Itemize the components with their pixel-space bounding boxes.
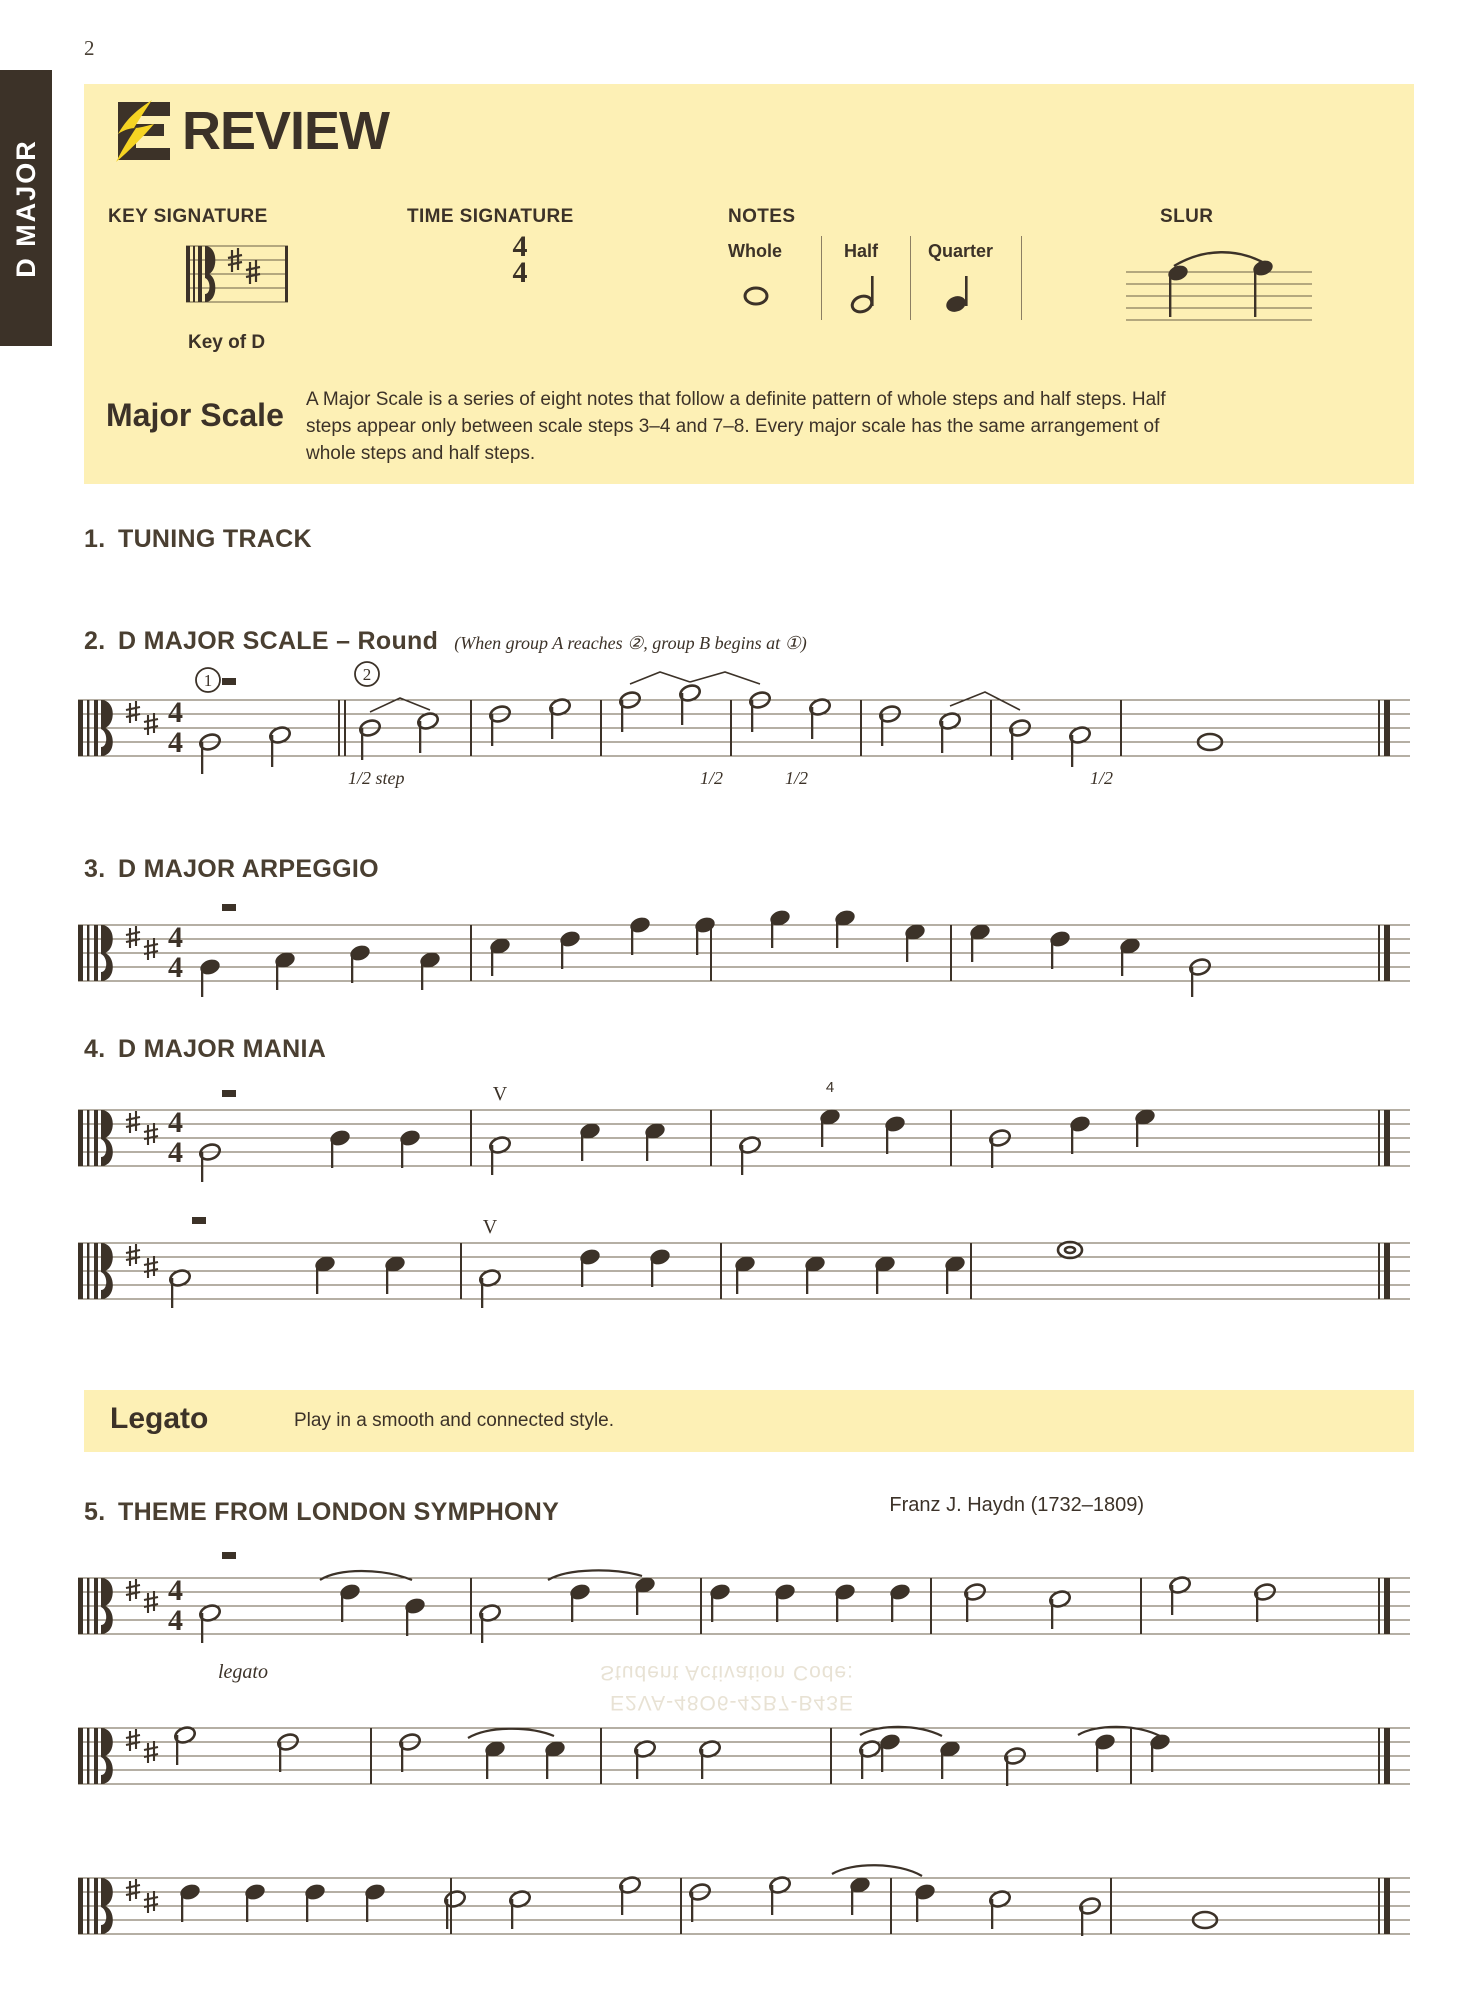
time-signature-denominator: 4 (512, 256, 528, 289)
step-mark-4: 1/2 (1090, 768, 1114, 788)
exercise-5-staff-line-3 (70, 1830, 1420, 1950)
slur-example-staff (1126, 251, 1312, 321)
up-bow-marking: V (483, 1216, 498, 1238)
exercise-2-title: D MAJOR SCALE – Round (118, 627, 439, 655)
key-signature-staff (186, 245, 288, 303)
up-bow-marking: V (493, 1083, 508, 1105)
svg-text:4: 4 (168, 1604, 183, 1637)
exercise-4-staff-line-1: 44 V 4 (70, 1062, 1420, 1182)
exercise-4-number: 4. (84, 1035, 106, 1063)
exercise-5-staff-line-2 (70, 1680, 1420, 1800)
note-label-whole: Whole (728, 241, 782, 261)
svg-text:4: 4 (168, 1106, 183, 1139)
exercise-3-title: D MAJOR ARPEGGIO (118, 855, 379, 883)
step-mark-3: 1/2 (785, 768, 809, 788)
svg-text:4: 4 (168, 726, 183, 759)
slur-arc (319, 1569, 413, 1582)
svg-text:1: 1 (204, 671, 213, 690)
exercise-5-heading: 5. THEME FROM LONDON SYMPHONY (84, 1498, 559, 1527)
review-banner: REVIEW KEY SIGNATURE TIME SIGNATURE NOTE… (84, 84, 1414, 484)
exercise-2-staff: 44 1 2 (70, 660, 1420, 780)
slur-arc (467, 1727, 555, 1739)
step-mark-1: 1/2 step (348, 768, 405, 788)
column-header-key-signature: KEY SIGNATURE (108, 206, 268, 227)
review-title: REVIEW (182, 101, 390, 161)
column-header-time-signature: TIME SIGNATURE (407, 206, 574, 227)
slur-arc (547, 1569, 643, 1581)
column-header-notes: NOTES (728, 206, 796, 227)
note-label-quarter: Quarter (928, 241, 994, 261)
exercise-5-composer: Franz J. Haydn (1732–1809) (889, 1494, 1144, 1516)
exercise-5-number: 5. (84, 1498, 106, 1526)
page-number: 2 (84, 36, 95, 60)
exercise-4-title: D MAJOR MANIA (118, 1035, 327, 1063)
exercise-5-title: THEME FROM LONDON SYMPHONY (118, 1498, 560, 1526)
side-tab-d-major: D MAJOR (0, 70, 52, 346)
exercise-2-heading: 2. D MAJOR SCALE – Round (When group A rea… (84, 627, 807, 656)
svg-text:4: 4 (168, 951, 183, 984)
exercise-2-subtitle: (When group A reaches ②, group B begins … (454, 633, 807, 653)
exercise-4-heading: 4. D MAJOR MANIA (84, 1035, 326, 1064)
side-tab-label: D MAJOR (10, 138, 41, 278)
exercise-1-title: TUNING TRACK (118, 525, 312, 553)
slur-arc (1173, 251, 1267, 268)
step-mark-2: 1/2 (700, 768, 724, 788)
down-bow-marking (222, 904, 236, 911)
exercise-5-staff-line-1: 44 (70, 1530, 1420, 1650)
legato-banner: Legato Play in a smooth and connected st… (84, 1390, 1414, 1452)
key-of-d-label: Key of D (188, 332, 266, 353)
down-bow-marking (222, 678, 236, 685)
lightning-e-icon (116, 100, 170, 162)
note-value-glyphs (743, 276, 968, 314)
note-label-half: Half (844, 241, 879, 261)
svg-text:4: 4 (168, 1136, 183, 1169)
column-header-slur: SLUR (1160, 206, 1214, 227)
legato-body: Play in a smooth and connected style. (294, 1410, 615, 1431)
time-signature-glyph: 4 4 (490, 232, 550, 289)
slur-arc (831, 1864, 923, 1877)
exercise-1-heading: 1. TUNING TRACK (84, 525, 312, 554)
svg-text:4: 4 (168, 1574, 183, 1607)
down-bow-marking (222, 1552, 236, 1559)
exercise-2-number: 2. (84, 627, 106, 655)
exercise-3-staff: 44 (70, 880, 1420, 1000)
legato-heading: Legato (110, 1402, 209, 1435)
exercise-4-staff-line-2: V (70, 1195, 1420, 1315)
svg-text:4: 4 (168, 696, 183, 729)
down-bow-marking (192, 1217, 206, 1224)
major-scale-body: A Major Scale is a series of eight notes… (306, 389, 1166, 464)
svg-text:4: 4 (168, 921, 183, 954)
fingering-number: 4 (826, 1079, 834, 1096)
major-scale-heading: Major Scale (106, 397, 284, 433)
down-bow-marking (222, 1090, 236, 1097)
exercise-1-number: 1. (84, 525, 106, 553)
svg-text:2: 2 (363, 665, 372, 684)
